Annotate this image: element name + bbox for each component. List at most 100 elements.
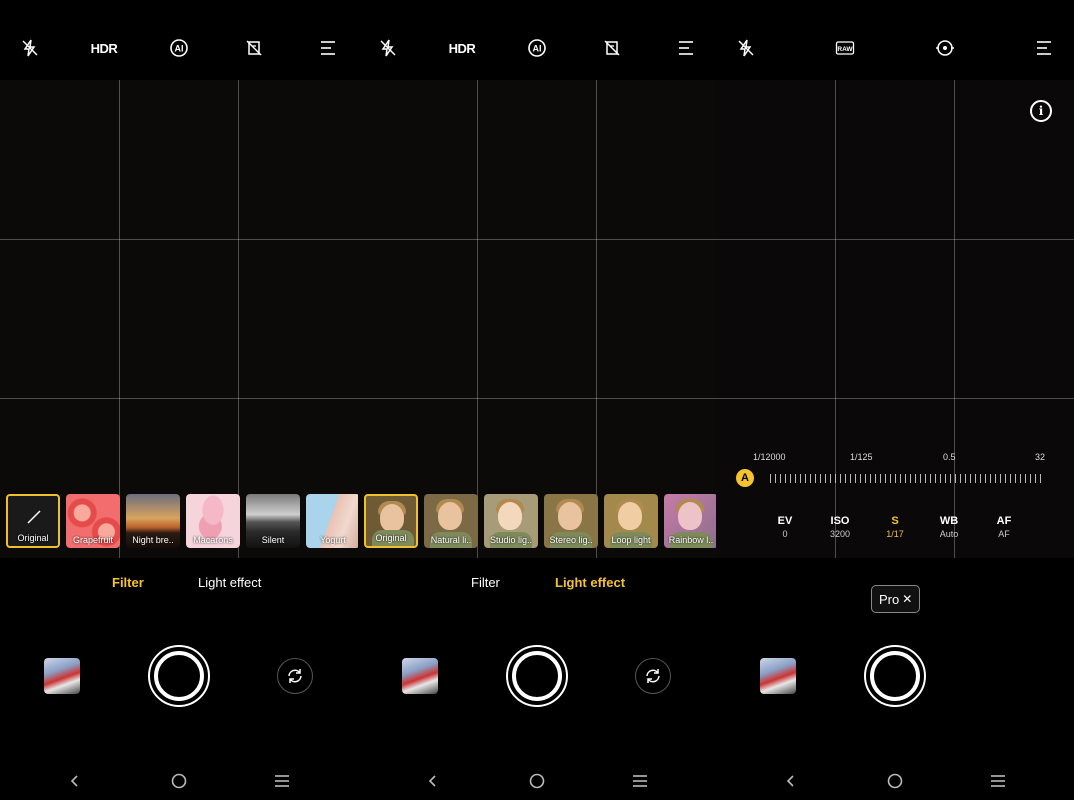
tilt-shift-off-icon[interactable] bbox=[240, 34, 268, 62]
hdr-icon[interactable]: HDR bbox=[448, 34, 476, 62]
pro-mode-label: Pro bbox=[879, 591, 900, 607]
gallery-thumbnail[interactable] bbox=[402, 658, 438, 694]
param-ev[interactable]: EV 0 bbox=[760, 515, 810, 539]
effect-label: Loop light bbox=[611, 535, 651, 545]
system-nav-bar bbox=[358, 766, 716, 796]
filter-thumb-grapefruit[interactable]: Grapefruit bbox=[66, 494, 120, 548]
filter-thumb-original[interactable]: Original bbox=[6, 494, 60, 548]
param-iso[interactable]: ISO 3200 bbox=[815, 515, 865, 539]
recents-icon[interactable] bbox=[267, 766, 297, 796]
gallery-thumbnail[interactable] bbox=[760, 658, 796, 694]
shutter-scale-label: 1/125 bbox=[850, 452, 873, 462]
back-icon[interactable] bbox=[418, 766, 448, 796]
grid-line bbox=[119, 80, 120, 558]
svg-text:AI: AI bbox=[533, 44, 542, 54]
effect-thumb-rainbow-light[interactable]: Rainbow l.. bbox=[664, 494, 716, 548]
param-name: ISO bbox=[830, 515, 850, 527]
filter-label: Grapefruit bbox=[72, 535, 114, 545]
effect-label: Stereo lig.. bbox=[549, 535, 593, 545]
effect-thumb-original[interactable]: Original bbox=[364, 494, 418, 548]
grid-line bbox=[954, 80, 955, 558]
switch-camera-icon bbox=[288, 669, 302, 683]
flash-off-icon[interactable] bbox=[374, 34, 402, 62]
param-white-balance[interactable]: WB Auto bbox=[924, 515, 974, 539]
camera-viewfinder[interactable] bbox=[716, 80, 1074, 558]
param-name: WB bbox=[939, 515, 959, 527]
grid-line bbox=[358, 239, 716, 240]
menu-icon[interactable] bbox=[672, 34, 700, 62]
grid-line bbox=[477, 80, 478, 558]
pro-mode-screen: RAW i 1/12000 1/125 0.5 32 A EV 0 ISO 32… bbox=[716, 0, 1074, 800]
ai-icon[interactable]: AI bbox=[523, 34, 551, 62]
metering-icon[interactable] bbox=[931, 34, 959, 62]
shutter-button[interactable] bbox=[864, 645, 926, 707]
pro-mode-chip[interactable]: Pro ✕ bbox=[871, 585, 921, 613]
param-autofocus[interactable]: AF AF bbox=[979, 515, 1029, 539]
effect-thumb-studio-light[interactable]: Studio lig.. bbox=[484, 494, 538, 548]
filter-thumb-macarons[interactable]: Macarons bbox=[186, 494, 240, 548]
grid-line bbox=[0, 239, 358, 240]
grid-line bbox=[358, 398, 716, 399]
info-button[interactable]: i bbox=[1030, 100, 1052, 122]
grid-line bbox=[835, 80, 836, 558]
filter-label: Silent bbox=[261, 535, 285, 545]
recents-icon[interactable] bbox=[983, 766, 1013, 796]
grid-line bbox=[0, 398, 358, 399]
ai-icon[interactable]: AI bbox=[165, 34, 193, 62]
home-icon[interactable] bbox=[880, 766, 910, 796]
camera-viewfinder[interactable] bbox=[0, 80, 358, 558]
tilt-shift-off-icon[interactable] bbox=[598, 34, 626, 62]
grid-line bbox=[596, 80, 597, 558]
menu-icon[interactable] bbox=[1030, 34, 1058, 62]
menu-icon[interactable] bbox=[314, 34, 342, 62]
filter-label: Night bre.. bbox=[132, 535, 174, 545]
home-icon[interactable] bbox=[522, 766, 552, 796]
back-icon[interactable] bbox=[60, 766, 90, 796]
tab-filter[interactable]: Filter bbox=[112, 575, 144, 590]
back-icon[interactable] bbox=[776, 766, 806, 796]
raw-icon[interactable]: RAW bbox=[831, 34, 859, 62]
auto-toggle-button[interactable]: A bbox=[736, 469, 754, 487]
filter-thumb-silent[interactable]: Silent bbox=[246, 494, 300, 548]
close-icon[interactable]: ✕ bbox=[902, 592, 912, 606]
param-shutter-speed[interactable]: S 1/17 bbox=[870, 515, 920, 539]
filter-label: Yogurt bbox=[320, 535, 346, 545]
tab-light-effect[interactable]: Light effect bbox=[555, 575, 625, 590]
filter-strip: Original Grapefruit Night bre.. Macarons… bbox=[6, 494, 358, 548]
effect-thumb-stereo-light[interactable]: Stereo lig.. bbox=[544, 494, 598, 548]
mode-tabs: Filter Light effect bbox=[0, 575, 358, 595]
light-effect-mode-screen: HDR AI Original Natural li.. Studio lig.… bbox=[358, 0, 716, 800]
filter-label: Original bbox=[17, 533, 49, 543]
switch-camera-icon bbox=[646, 669, 660, 683]
switch-camera-button[interactable] bbox=[277, 658, 313, 694]
shutter-button[interactable] bbox=[148, 645, 210, 707]
param-value: AF bbox=[998, 529, 1010, 539]
filter-thumb-night-breeze[interactable]: Night bre.. bbox=[126, 494, 180, 548]
home-icon[interactable] bbox=[164, 766, 194, 796]
camera-viewfinder[interactable] bbox=[358, 80, 716, 558]
effect-label: Original bbox=[375, 533, 407, 543]
shutter-speed-slider[interactable] bbox=[770, 474, 1042, 483]
flash-off-icon[interactable] bbox=[16, 34, 44, 62]
hdr-icon[interactable]: HDR bbox=[90, 34, 118, 62]
param-name: EV bbox=[777, 515, 793, 527]
gallery-thumbnail[interactable] bbox=[44, 658, 80, 694]
effect-thumb-loop-light[interactable]: Loop light bbox=[604, 494, 658, 548]
filter-label: Macarons bbox=[193, 535, 233, 545]
mode-tabs: Filter Light effect bbox=[358, 575, 716, 595]
shutter-button[interactable] bbox=[506, 645, 568, 707]
filter-thumb-yogurt[interactable]: Yogurt bbox=[306, 494, 358, 548]
param-value: Auto bbox=[939, 529, 959, 539]
flash-off-icon[interactable] bbox=[732, 34, 760, 62]
light-effect-strip: Original Natural li.. Studio lig.. Stere… bbox=[364, 494, 716, 548]
switch-camera-button[interactable] bbox=[635, 658, 671, 694]
effect-label: Rainbow l.. bbox=[668, 535, 714, 545]
param-value: 0 bbox=[782, 529, 788, 539]
param-value: 3200 bbox=[829, 529, 851, 539]
recents-icon[interactable] bbox=[625, 766, 655, 796]
tab-filter[interactable]: Filter bbox=[471, 575, 500, 590]
effect-thumb-natural-light[interactable]: Natural li.. bbox=[424, 494, 478, 548]
effect-label: Natural li.. bbox=[430, 535, 472, 545]
tab-light-effect[interactable]: Light effect bbox=[198, 575, 261, 590]
top-toolbar: RAW bbox=[716, 0, 1074, 80]
